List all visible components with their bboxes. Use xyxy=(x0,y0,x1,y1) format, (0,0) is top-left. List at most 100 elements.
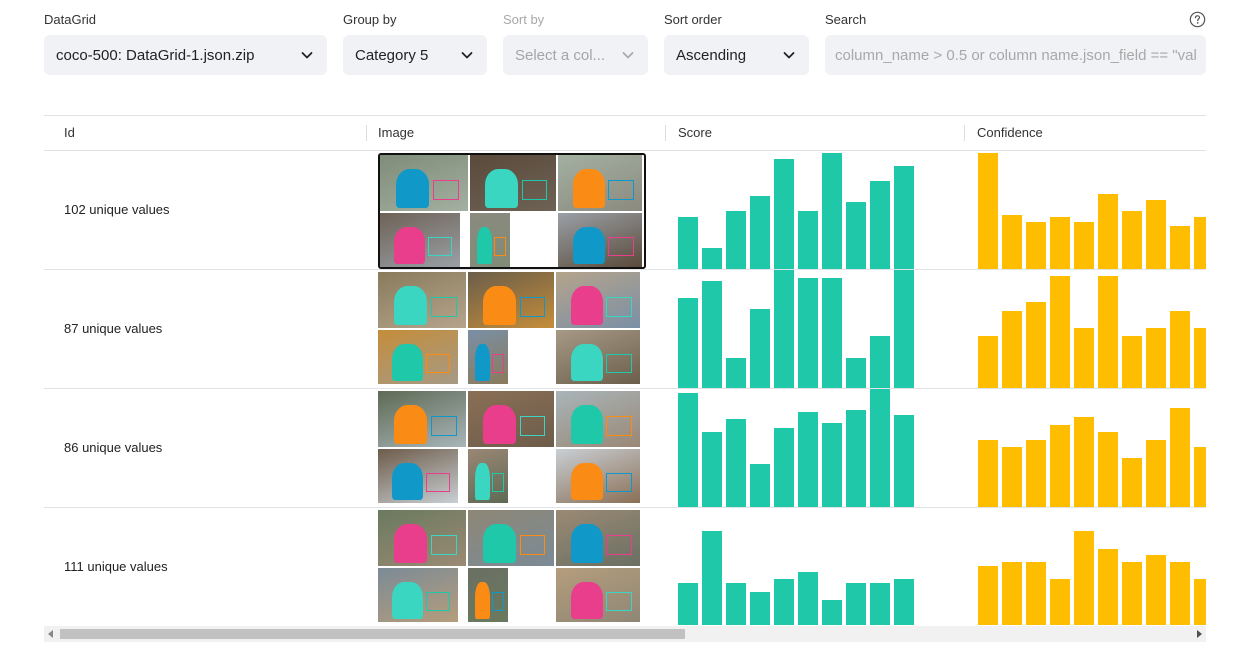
histogram-bar xyxy=(1026,562,1046,625)
table-row[interactable]: 102 unique values xyxy=(44,151,1206,270)
bounding-box xyxy=(430,297,458,317)
image-thumbnail[interactable] xyxy=(380,213,460,267)
bounding-box xyxy=(428,237,452,257)
histogram-bar xyxy=(1122,336,1142,388)
image-cell[interactable] xyxy=(378,153,646,269)
column-header-score[interactable]: Score xyxy=(678,116,712,150)
image-thumbnail[interactable] xyxy=(470,213,510,267)
sort-by-select[interactable]: Select a col... xyxy=(503,35,648,75)
image-thumbnail[interactable] xyxy=(556,391,640,447)
id-cell: 87 unique values xyxy=(64,321,163,336)
grid-header: Id Image Score Confidence xyxy=(44,115,1206,151)
histogram-bar xyxy=(1194,328,1206,388)
bounding-box xyxy=(606,354,632,374)
image-thumbnail[interactable] xyxy=(556,330,640,384)
bounding-box xyxy=(606,297,632,317)
histogram-bar xyxy=(1194,447,1206,507)
image-thumbnail[interactable] xyxy=(470,155,556,211)
image-thumbnail[interactable] xyxy=(380,155,468,211)
bounding-box xyxy=(606,535,632,555)
column-resize-handle[interactable] xyxy=(366,125,367,141)
histogram-bar xyxy=(1194,579,1206,625)
histogram-bar xyxy=(846,358,866,388)
scroll-left-arrow-icon[interactable] xyxy=(48,630,53,638)
image-thumbnail[interactable] xyxy=(556,568,640,622)
histogram-bar xyxy=(1002,562,1022,625)
histogram-bar xyxy=(750,309,770,388)
group-by-select-value: Category 5 xyxy=(355,46,429,64)
sort-order-select[interactable]: Ascending xyxy=(664,35,809,75)
histogram-bar xyxy=(1122,458,1142,507)
histogram-bar xyxy=(978,153,998,269)
column-header-id[interactable]: Id xyxy=(64,116,75,150)
scroll-right-arrow-icon[interactable] xyxy=(1197,630,1202,638)
column-resize-handle[interactable] xyxy=(665,125,666,141)
image-thumbnail[interactable] xyxy=(558,213,642,267)
histogram-bar xyxy=(1146,200,1166,269)
histogram-bar xyxy=(798,412,818,507)
histogram-bar xyxy=(1170,311,1190,388)
bounding-box xyxy=(606,473,632,493)
histogram-bar xyxy=(726,583,746,625)
scrollbar-thumb[interactable] xyxy=(60,629,685,639)
horizontal-scrollbar[interactable] xyxy=(44,626,1206,642)
image-thumbnail[interactable] xyxy=(556,510,640,566)
id-cell: 86 unique values xyxy=(64,440,163,455)
bounding-box xyxy=(426,592,450,612)
histogram-bar xyxy=(978,336,998,388)
histogram-bar xyxy=(1002,215,1022,269)
image-cell[interactable] xyxy=(378,510,646,625)
bounding-box xyxy=(521,180,548,200)
histogram-bar xyxy=(822,423,842,507)
image-thumbnail[interactable] xyxy=(468,568,508,622)
score-histogram xyxy=(678,270,918,388)
group-by-select[interactable]: Category 5 xyxy=(343,35,487,75)
image-thumbnail[interactable] xyxy=(468,391,554,447)
image-thumbnail[interactable] xyxy=(378,330,458,384)
histogram-bar xyxy=(1074,417,1094,507)
segmentation-mask xyxy=(571,462,604,501)
segmentation-mask xyxy=(571,286,604,326)
image-cell[interactable] xyxy=(378,391,646,507)
image-thumbnail[interactable] xyxy=(468,510,554,566)
histogram-bar xyxy=(1050,217,1070,269)
help-circle-icon[interactable] xyxy=(1189,11,1206,28)
image-thumbnail[interactable] xyxy=(556,272,640,328)
histogram-bar xyxy=(978,440,998,507)
image-thumbnail[interactable] xyxy=(378,272,466,328)
image-thumbnail[interactable] xyxy=(468,330,508,384)
segmentation-mask xyxy=(394,226,425,265)
histogram-bar xyxy=(678,298,698,388)
image-thumbnail[interactable] xyxy=(378,568,458,622)
histogram-bar xyxy=(1026,222,1046,269)
image-thumbnail[interactable] xyxy=(468,449,508,503)
column-resize-handle[interactable] xyxy=(964,125,965,141)
histogram-bar xyxy=(1122,562,1142,625)
image-thumbnail[interactable] xyxy=(468,272,554,328)
histogram-bar xyxy=(1026,440,1046,507)
segmentation-mask xyxy=(475,462,491,501)
search-input[interactable] xyxy=(825,35,1206,75)
histogram-bar xyxy=(870,389,890,507)
histogram-bar xyxy=(798,278,818,388)
table-row[interactable]: 111 unique values xyxy=(44,508,1206,625)
histogram-bar xyxy=(702,248,722,269)
score-histogram xyxy=(678,151,918,269)
segmentation-mask xyxy=(395,169,430,209)
image-thumbnail[interactable] xyxy=(378,510,466,566)
table-row[interactable]: 87 unique values xyxy=(44,270,1206,389)
image-cell[interactable] xyxy=(378,272,646,388)
histogram-bar xyxy=(846,202,866,269)
column-header-confidence[interactable]: Confidence xyxy=(977,116,1043,150)
datagrid-select[interactable]: coco-500: DataGrid-1.json.zip xyxy=(44,35,327,75)
histogram-bar xyxy=(1026,302,1046,388)
column-header-image[interactable]: Image xyxy=(378,116,414,150)
histogram-bar xyxy=(1074,531,1094,625)
image-thumbnail[interactable] xyxy=(378,449,458,503)
image-thumbnail[interactable] xyxy=(556,449,640,503)
image-thumbnail[interactable] xyxy=(558,155,642,211)
image-thumbnail[interactable] xyxy=(378,391,466,447)
datagrid-select-value: coco-500: DataGrid-1.json.zip xyxy=(56,46,255,64)
table-row[interactable]: 86 unique values xyxy=(44,389,1206,508)
confidence-histogram xyxy=(978,389,1206,507)
